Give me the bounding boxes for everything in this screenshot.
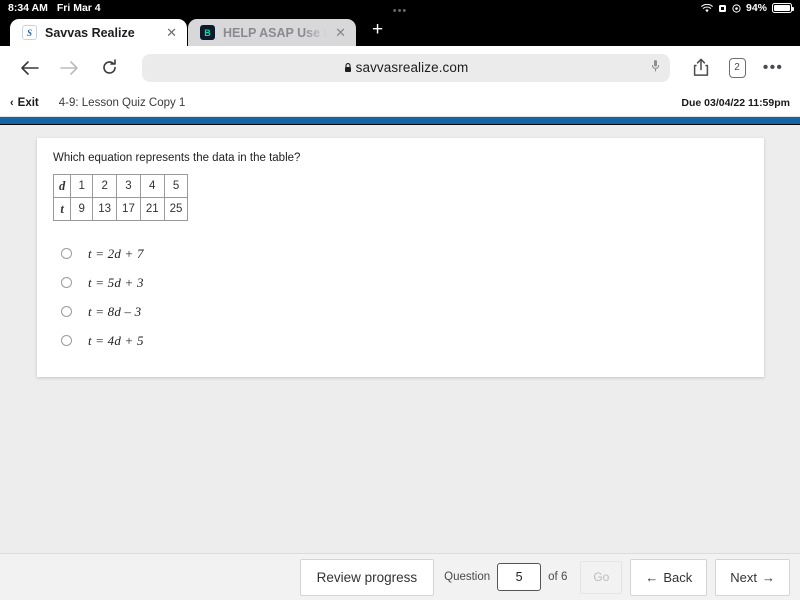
table-cell: 25 [163,197,189,221]
radio-button-icon[interactable] [61,306,72,317]
close-icon[interactable]: ✕ [166,25,177,41]
table-cell: 4 [139,174,165,198]
table-cell: 3 [116,174,141,198]
back-question-button[interactable]: ← Back [630,558,708,596]
table-cell: 21 [139,197,165,221]
answer-choice-label: t = 4d + 5 [88,332,144,348]
tab-overview-button[interactable]: 2 [722,53,752,83]
table-cell: 5 [163,174,189,198]
answer-choices: t = 2d + 7 t = 5d + 3 t = 8d – 3 t = 4d … [53,239,764,355]
progress-bar [0,117,800,124]
back-label: Back [663,569,693,585]
question-label: Question [444,571,491,583]
url-bar[interactable]: savvasrealize.com [142,53,670,82]
question-prompt: Which equation represents the data in th… [53,152,301,164]
question-card: Which equation represents the data in th… [37,138,764,377]
tab-count: 2 [728,57,746,78]
url-text: savvasrealize.com [355,60,469,75]
table-cell: 2 [92,174,118,198]
close-icon[interactable]: ✕ [335,25,346,41]
go-button[interactable]: Go [580,560,623,594]
battery-icon [772,3,794,13]
quiz-navigation-bar: Review progress Question 5 of 6 Go ← Bac… [0,553,800,600]
multitask-handle[interactable]: ••• [393,6,408,17]
exit-label: Exit [17,96,39,109]
browser-tab-title: HELP ASAP Use the equ [223,25,328,40]
status-time: 8:34 AM [8,2,48,14]
answer-choice-4[interactable]: t = 4d + 5 [53,326,764,355]
new-tab-button[interactable]: + [356,20,397,42]
table-row-header: t [52,197,72,221]
table-cell: 17 [116,197,141,221]
savvas-favicon-icon: S [22,25,37,40]
answer-choice-label: t = 2d + 7 [88,245,144,261]
ipad-safari-screen: 8:34 AM Fri Mar 4 94% ••• S Savvas Reali… [0,0,800,600]
radio-button-icon[interactable] [61,248,72,259]
answer-choice-label: t = 8d – 3 [88,303,142,319]
browser-tab-strip: S Savvas Realize ✕ B HELP ASAP Use the e… [0,16,800,46]
next-label: Next [730,569,757,585]
table-cell: 9 [70,197,94,221]
question-navigator: Question 5 of 6 Go [444,560,623,594]
rotation-lock-icon [732,3,741,13]
browser-tab-savvas[interactable]: S Savvas Realize ✕ [10,19,187,46]
table-row: d 1 2 3 4 5 [52,174,189,198]
microphone-icon[interactable] [651,59,660,77]
wifi-icon [701,3,713,13]
table-cell: 1 [70,174,94,198]
question-number-input[interactable]: 5 [497,563,542,591]
next-question-button[interactable]: Next → [715,558,790,596]
data-table: d 1 2 3 4 5 t 9 13 17 21 25 [52,174,189,221]
answer-choice-1[interactable]: t = 2d + 7 [53,239,764,268]
answer-choice-label: t = 5d + 3 [88,274,144,290]
quiz-header: ‹ Exit 4-9: Lesson Quiz Copy 1 Due 03/04… [0,89,800,117]
share-button[interactable] [686,53,716,83]
arrow-left-icon: ← [645,569,659,585]
chevron-left-icon: ‹ [10,96,14,109]
review-progress-button[interactable]: Review progress [299,558,435,596]
answer-choice-3[interactable]: t = 8d – 3 [53,297,764,326]
table-row-header: d [52,174,72,198]
more-options-button[interactable]: ••• [758,53,788,83]
table-row: t 9 13 17 21 25 [52,197,189,221]
lock-icon [344,62,352,73]
battery-percent: 94% [745,2,767,14]
brainly-favicon-icon: B [200,25,215,40]
radio-button-icon[interactable] [61,277,72,288]
status-date: Fri Mar 4 [56,2,101,14]
radio-button-icon[interactable] [61,335,72,346]
forward-button[interactable] [52,53,86,83]
answer-choice-2[interactable]: t = 5d + 3 [53,268,764,297]
due-date: Due 03/04/22 11:59pm [681,96,790,109]
arrow-right-icon: → [762,569,775,585]
reload-button[interactable] [92,53,126,83]
browser-toolbar: savvasrealize.com 2 ••• [0,46,800,89]
exit-button[interactable]: ‹ Exit [10,97,39,109]
question-total-label: of 6 [548,571,568,583]
browser-tab-title: Savvas Realize [45,25,135,40]
quiz-content-area: Which equation represents the data in th… [0,125,800,553]
table-cell: 13 [92,197,118,221]
browser-tab-brainly[interactable]: B HELP ASAP Use the equ ✕ [188,19,356,46]
alarm-icon [718,4,727,13]
assignment-title: 4-9: Lesson Quiz Copy 1 [58,96,186,109]
back-button[interactable] [12,53,46,83]
